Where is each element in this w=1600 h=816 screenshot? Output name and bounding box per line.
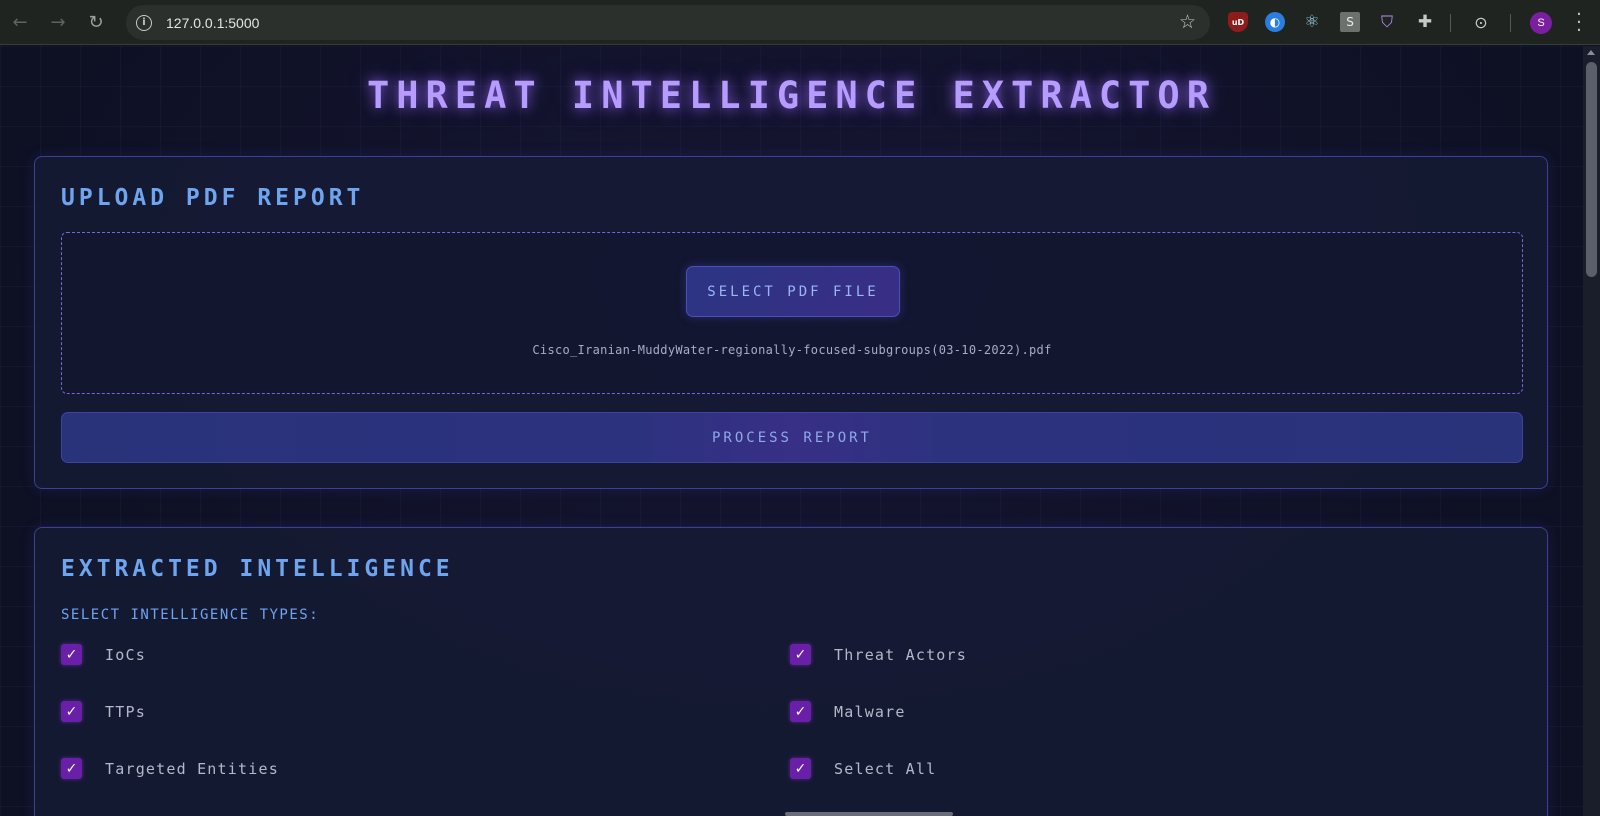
react-devtools-icon[interactable]: ⚛ — [1302, 12, 1322, 32]
s-extension-icon[interactable]: S — [1340, 12, 1360, 32]
puzzle-extensions-icon[interactable]: ✚ — [1415, 12, 1435, 32]
checkbox-checked-icon[interactable]: ✓ — [790, 644, 811, 665]
extracted-panel-title: EXTRACTED INTELLIGENCE — [61, 556, 454, 582]
screenshot-lens-icon[interactable]: ⊙ — [1471, 12, 1491, 32]
site-info-icon[interactable]: i — [136, 14, 152, 31]
process-report-button[interactable]: PROCESS REPORT — [61, 412, 1523, 463]
upload-panel-title: UPLOAD PDF REPORT — [61, 185, 365, 211]
toolbar-divider — [1510, 14, 1511, 32]
option-label: TTPs — [105, 702, 146, 721]
page-viewport: THREAT INTELLIGENCE EXTRACTOR UPLOAD PDF… — [0, 46, 1583, 816]
pdf-dropzone[interactable]: SELECT PDF FILE Cisco_Iranian-MuddyWater… — [61, 232, 1523, 394]
option-iocs[interactable]: ✓ IoCs — [61, 644, 146, 665]
bookmark-star-icon[interactable]: ☆ — [1179, 11, 1196, 33]
checkbox-checked-icon[interactable]: ✓ — [61, 644, 82, 665]
horizontal-scroll-indicator[interactable] — [785, 812, 953, 816]
upload-panel: UPLOAD PDF REPORT SELECT PDF FILE Cisco_… — [34, 156, 1548, 489]
option-label: IoCs — [105, 645, 146, 664]
option-label: Targeted Entities — [105, 759, 279, 778]
selected-file-name: Cisco_Iranian-MuddyWater-regionally-focu… — [532, 343, 1052, 357]
app-title: THREAT INTELLIGENCE EXTRACTOR — [366, 74, 1216, 117]
option-select-all[interactable]: ✓ Select All — [790, 758, 936, 779]
intelligence-types-label: SELECT INTELLIGENCE TYPES: — [61, 607, 320, 623]
scrollbar-thumb[interactable] — [1586, 62, 1597, 277]
reload-button[interactable]: ↻ — [78, 4, 114, 40]
checkbox-checked-icon[interactable]: ✓ — [790, 758, 811, 779]
option-label: Select All — [834, 759, 937, 778]
back-button[interactable]: ← — [2, 4, 38, 40]
option-label: Malware — [834, 702, 906, 721]
extracted-intelligence-panel: EXTRACTED INTELLIGENCE SELECT INTELLIGEN… — [34, 527, 1548, 816]
arrow-right-icon: → — [50, 11, 66, 33]
ublock-origin-icon[interactable]: uD — [1228, 12, 1248, 32]
checkbox-checked-icon[interactable]: ✓ — [61, 758, 82, 779]
browser-toolbar: ← → ↻ i 127.0.0.1:5000 ☆ uD ◐ ⚛ S ⛉ ✚ ⊙ … — [0, 0, 1600, 45]
url-text[interactable]: 127.0.0.1:5000 — [166, 15, 259, 31]
option-targeted-entities[interactable]: ✓ Targeted Entities — [61, 758, 279, 779]
select-pdf-button[interactable]: SELECT PDF FILE — [686, 266, 900, 317]
option-malware[interactable]: ✓ Malware — [790, 701, 906, 722]
vertical-scrollbar[interactable] — [1583, 46, 1600, 816]
address-bar[interactable]: i 127.0.0.1:5000 ☆ — [126, 5, 1210, 40]
profile-avatar[interactable]: S — [1530, 12, 1552, 34]
arrow-left-icon: ← — [12, 11, 28, 33]
reload-icon: ↻ — [88, 11, 104, 33]
kebab-menu-icon[interactable]: · · · — [1574, 6, 1584, 40]
forward-button[interactable]: → — [40, 4, 76, 40]
option-label: Threat Actors — [834, 645, 967, 664]
option-threat-actors[interactable]: ✓ Threat Actors — [790, 644, 967, 665]
blue-circle-extension-icon[interactable]: ◐ — [1265, 12, 1285, 32]
option-ttps[interactable]: ✓ TTPs — [61, 701, 146, 722]
scroll-up-arrow-icon[interactable] — [1587, 50, 1595, 55]
toolbar-divider — [1450, 14, 1451, 32]
checkbox-checked-icon[interactable]: ✓ — [61, 701, 82, 722]
shield-extension-icon[interactable]: ⛉ — [1377, 12, 1397, 32]
checkbox-checked-icon[interactable]: ✓ — [790, 701, 811, 722]
